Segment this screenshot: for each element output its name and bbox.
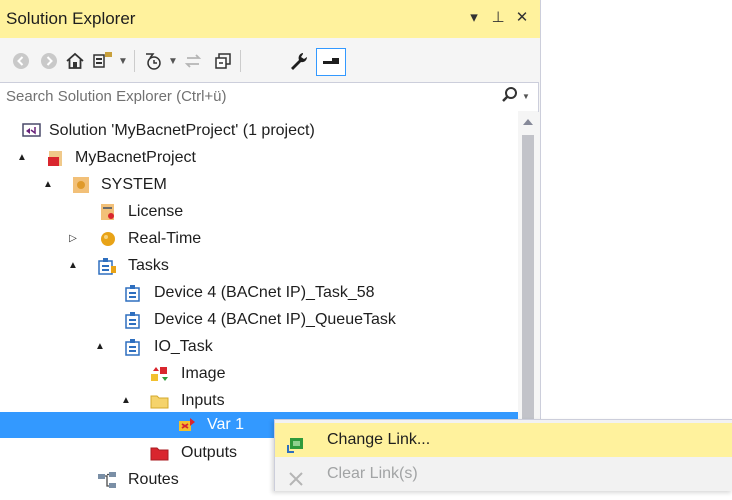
sync-icon[interactable] xyxy=(182,50,204,72)
switch-views-icon[interactable] xyxy=(92,50,114,72)
realtime-icon xyxy=(99,230,117,248)
expander-icon[interactable]: ▲ xyxy=(119,388,133,414)
tree-item-queue-task[interactable]: Device 4 (BACnet IP)_QueueTask xyxy=(0,307,518,333)
tree-item-label: License xyxy=(128,203,184,220)
tree-item-label: Real-Time xyxy=(128,230,202,247)
tree-item-label: Outputs xyxy=(181,444,238,461)
collapse-all-icon[interactable] xyxy=(212,50,234,72)
pin-icon[interactable]: ⊥ xyxy=(490,9,506,27)
tasks-icon xyxy=(97,257,116,275)
tree-item-label: Device 4 (BACnet IP)_Task_58 xyxy=(154,284,375,301)
forward-icon[interactable] xyxy=(38,50,60,72)
tree-item-label: Var 1 xyxy=(207,416,245,433)
expander-icon[interactable]: ▲ xyxy=(41,172,55,198)
tree-item-label: Device 4 (BACnet IP)_QueueTask xyxy=(154,311,396,328)
tree-item-task-58[interactable]: Device 4 (BACnet IP)_Task_58 xyxy=(0,280,518,306)
menu-item-clear-links[interactable]: Clear Link(s) xyxy=(275,457,732,491)
tree-item-realtime[interactable]: ▷ Real-Time xyxy=(0,226,518,252)
close-icon[interactable]: ✕ xyxy=(514,9,530,27)
tree-item-label: Tasks xyxy=(128,257,169,274)
variable-icon xyxy=(177,416,195,434)
pending-changes-filter-icon[interactable] xyxy=(142,50,164,72)
tree-item-label: Routes xyxy=(128,471,179,488)
project-icon xyxy=(47,149,65,167)
tree-item-io-task[interactable]: ▲ IO_Task xyxy=(0,334,518,360)
window-position-dropdown-icon[interactable]: ▾ xyxy=(466,9,482,27)
expander-icon[interactable]: ▲ xyxy=(66,253,80,279)
license-icon xyxy=(99,203,117,221)
tree-item-label: Solution 'MyBacnetProject' (1 project) xyxy=(49,122,315,139)
expander-icon[interactable]: ▷ xyxy=(66,226,80,252)
menu-item-change-link[interactable]: Change Link... xyxy=(275,423,732,457)
routes-icon xyxy=(97,471,116,489)
menu-item-label: Change Link... xyxy=(327,431,431,448)
tree-item-label: Image xyxy=(181,365,226,382)
folder-icon xyxy=(150,392,169,410)
task-icon xyxy=(124,311,142,329)
image-icon xyxy=(150,365,168,383)
change-link-icon xyxy=(287,432,305,453)
tree-item-system[interactable]: ▲ SYSTEM xyxy=(0,172,518,198)
expander-icon[interactable]: ▲ xyxy=(93,334,107,360)
expander-icon[interactable]: ▲ xyxy=(15,145,29,171)
system-icon xyxy=(72,176,90,194)
menu-item-label: Clear Link(s) xyxy=(327,465,418,482)
search-icon[interactable] xyxy=(500,85,520,110)
search-options-dropdown-icon[interactable]: ▼ xyxy=(522,92,530,101)
solution-icon xyxy=(22,122,41,140)
home-icon[interactable] xyxy=(64,50,86,72)
tree-item-tasks[interactable]: ▲ Tasks xyxy=(0,253,518,279)
tree-item-label: Inputs xyxy=(181,392,225,409)
tree-item-solution[interactable]: Solution 'MyBacnetProject' (1 project) xyxy=(0,118,518,144)
properties-wrench-icon[interactable] xyxy=(288,50,310,72)
filter-dropdown-icon[interactable]: ▼ xyxy=(168,56,178,67)
toolbar-separator xyxy=(240,50,241,72)
outputs-folder-icon xyxy=(150,444,169,462)
tree-item-project[interactable]: ▲ MyBacnetProject xyxy=(0,145,518,171)
toolbar: ▼ ▼ xyxy=(0,38,540,82)
task-icon xyxy=(124,338,142,356)
switch-views-dropdown-icon[interactable]: ▼ xyxy=(118,56,128,67)
tree-item-label: MyBacnetProject xyxy=(75,149,196,166)
search-box[interactable]: ▼ xyxy=(0,82,539,112)
scroll-up-icon[interactable] xyxy=(523,119,533,125)
preview-icon[interactable] xyxy=(316,48,346,76)
toolbar-separator xyxy=(134,50,135,72)
search-input[interactable] xyxy=(6,85,486,107)
tree-item-inputs[interactable]: ▲ Inputs xyxy=(0,388,518,414)
tree-item-image[interactable]: Image xyxy=(0,361,518,387)
back-icon[interactable] xyxy=(10,50,32,72)
clear-link-icon xyxy=(287,466,305,486)
panel-title: Solution Explorer xyxy=(6,9,136,28)
tree-item-license[interactable]: License xyxy=(0,199,518,225)
title-bar[interactable]: Solution Explorer ▾ ⊥ ✕ xyxy=(0,0,540,38)
tree-item-label: SYSTEM xyxy=(101,176,167,193)
context-menu: Change Link... Clear Link(s) xyxy=(274,419,732,491)
task-icon xyxy=(124,284,142,302)
tree-item-label: IO_Task xyxy=(154,338,213,355)
